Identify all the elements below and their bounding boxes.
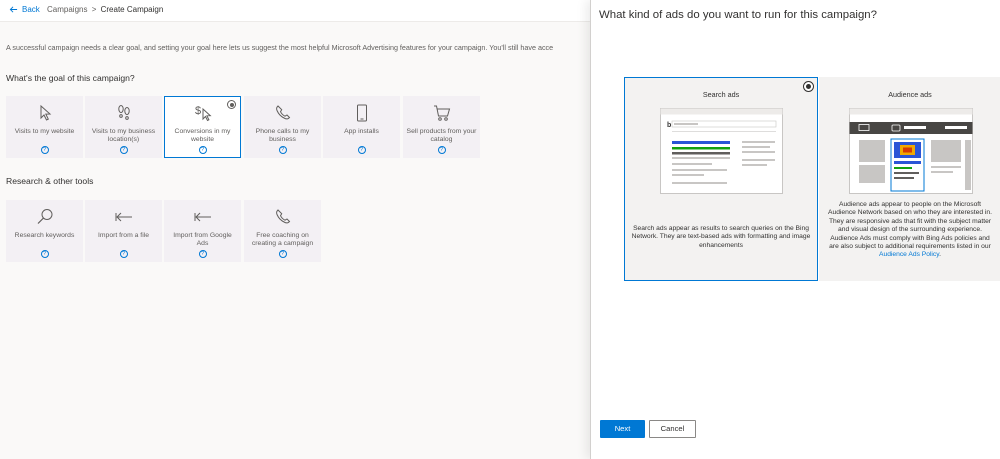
tools-section-title: Research & other tools <box>6 176 94 186</box>
cancel-button[interactable]: Cancel <box>649 420 696 438</box>
tool-tile-free-coaching[interactable]: Free coaching on creating a campaign ? <box>244 200 321 262</box>
help-icon[interactable]: ? <box>278 250 287 258</box>
import-arrow-icon <box>115 212 132 222</box>
card-description: Audience ads appear to people on the Mic… <box>826 201 994 260</box>
help-icon[interactable]: ? <box>198 146 207 154</box>
goal-tile-sell-products[interactable]: Sell products from your catalog ? <box>403 96 480 158</box>
goal-tile-label: Phone calls to my business <box>255 128 310 143</box>
search-icon <box>37 209 52 224</box>
search-results-illustration: b <box>660 108 783 194</box>
dollar-cursor-icon: $ <box>195 105 212 122</box>
next-button[interactable]: Next <box>600 420 645 438</box>
help-icon[interactable]: ? <box>40 146 49 154</box>
svg-text:b: b <box>667 122 671 129</box>
import-arrow-icon <box>194 212 211 222</box>
goal-tile-label: Sell products from your catalog <box>406 128 477 143</box>
card-description-text: Audience ads appear to people on the Mic… <box>828 201 992 251</box>
goal-tile-conversions[interactable]: $ Conversions in my website ? <box>164 96 241 158</box>
goal-tile-visits-website[interactable]: Visits to my website ? <box>6 96 83 158</box>
intro-text: A successful campaign needs a clear goal… <box>6 43 554 52</box>
tool-tile-import-google[interactable]: Import from Google Ads ? <box>164 200 241 262</box>
tool-tile-import-file[interactable]: Import from a file ? <box>85 200 162 262</box>
audience-ads-card[interactable]: Audience ads Audience ads appear to peop… <box>819 77 1000 281</box>
phone-icon <box>275 105 290 120</box>
card-title: Audience ads <box>888 90 932 99</box>
create-campaign-page: Back Campaigns > Create Campaign A succe… <box>0 0 590 459</box>
ad-type-panel: What kind of ads do you want to run for … <box>590 0 1000 459</box>
breadcrumb-separator: > <box>91 5 97 14</box>
breadcrumb-campaigns[interactable]: Campaigns <box>47 5 87 14</box>
phone-icon <box>275 209 290 224</box>
tool-tile-label: Import from a file <box>98 232 149 239</box>
goal-section-title: What's the goal of this campaign? <box>6 73 135 83</box>
shopping-cart-icon <box>433 105 450 121</box>
tool-tile-label: Research keywords <box>14 232 75 239</box>
arrow-left-icon <box>9 6 18 13</box>
panel-title: What kind of ads do you want to run for … <box>599 9 877 21</box>
goal-tile-label: Conversions in my website <box>174 128 231 143</box>
breadcrumb-create-campaign: Create Campaign <box>100 5 164 14</box>
cursor-icon <box>40 104 51 121</box>
goal-tile-app-installs[interactable]: App installs ? <box>323 96 400 158</box>
goal-tile-visits-location[interactable]: Visits to my business location(s) ? <box>85 96 162 158</box>
help-icon[interactable]: ? <box>198 250 207 258</box>
tool-tile-research-keywords[interactable]: Research keywords ? <box>6 200 83 262</box>
help-icon[interactable]: ? <box>40 250 49 258</box>
audience-network-illustration <box>849 108 973 194</box>
tool-tile-label: Import from Google Ads <box>173 232 232 247</box>
breadcrumb: Campaigns > Create Campaign <box>47 5 163 14</box>
tool-tile-label: Free coaching on creating a campaign <box>251 232 314 247</box>
svg-text:$: $ <box>195 105 201 117</box>
goal-tile-label: Visits to my website <box>14 128 75 135</box>
goal-tile-label: App installs <box>344 128 379 135</box>
card-description: Search ads appear as results to search q… <box>631 225 811 249</box>
help-icon[interactable]: ? <box>119 146 128 154</box>
audience-ads-policy-link[interactable]: Audience Ads Policy <box>879 251 939 258</box>
footprints-icon <box>117 105 130 120</box>
back-label: Back <box>22 5 40 14</box>
help-icon[interactable]: ? <box>119 250 128 258</box>
goal-tile-label: Visits to my business location(s) <box>91 128 156 143</box>
help-icon[interactable]: ? <box>357 146 366 154</box>
card-title: Search ads <box>702 90 740 99</box>
back-link[interactable]: Back <box>9 5 40 14</box>
goal-tile-phone-calls[interactable]: Phone calls to my business ? <box>244 96 321 158</box>
search-ads-card[interactable]: Search ads b Search ads appear as result… <box>624 77 818 281</box>
help-icon[interactable]: ? <box>437 146 446 154</box>
mobile-device-icon <box>356 104 367 122</box>
card-description-end: . <box>939 251 941 259</box>
breadcrumb-bar: Back Campaigns > Create Campaign <box>0 0 590 22</box>
help-icon[interactable]: ? <box>278 146 287 154</box>
